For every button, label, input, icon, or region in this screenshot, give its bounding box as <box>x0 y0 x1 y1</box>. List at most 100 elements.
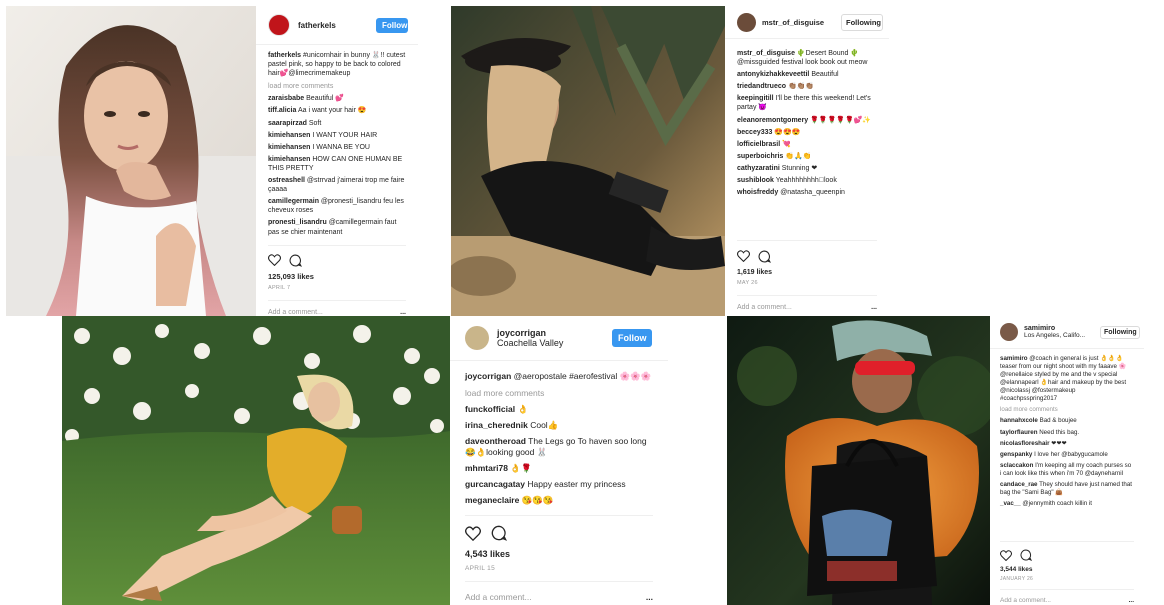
comment-username[interactable]: irina_cherednik <box>465 420 528 430</box>
post-photo[interactable] <box>62 316 450 605</box>
comment-text: Beautiful <box>811 71 839 79</box>
comment-username[interactable]: hannahxcole <box>1000 417 1038 424</box>
comment-text: @natasha_queenpin <box>780 189 845 197</box>
comment-username[interactable]: kimiehansen <box>268 144 310 151</box>
comment-username[interactable]: gurcancagatay <box>465 479 525 489</box>
comment-username[interactable]: lofficielbrasil <box>737 141 780 148</box>
heart-icon[interactable] <box>1000 549 1012 561</box>
comment: genspanky I love her @babygucamole <box>1000 451 1134 459</box>
location[interactable]: Coachella Valley <box>497 338 612 348</box>
likes-count[interactable]: 1,619 likes <box>725 264 889 276</box>
comment-username[interactable]: superboichris <box>737 153 783 160</box>
comment-username[interactable]: pronesti_lisandru <box>268 219 327 226</box>
comment: sclaccakon I'm keeping all my coach purs… <box>1000 462 1134 478</box>
following-button[interactable]: Following <box>1100 325 1140 339</box>
caption-username[interactable]: samimiro <box>1000 355 1028 362</box>
comment-username[interactable]: beccey333 <box>737 129 772 136</box>
load-more-comments-link[interactable]: load more comments <box>268 82 406 91</box>
comment-icon[interactable] <box>289 254 302 267</box>
location[interactable]: Los Angeles, Califo... <box>1024 332 1100 339</box>
comment-username[interactable]: candace_rae <box>1000 481 1038 488</box>
action-bar <box>268 245 406 268</box>
comment-username[interactable]: kimiehansen <box>268 156 310 163</box>
user-info: samimiro Los Angeles, Califo... <box>1024 325 1100 339</box>
follow-button[interactable]: Follow <box>376 17 408 33</box>
comment-username[interactable]: funckofficial <box>465 404 515 414</box>
comment-username[interactable]: genspanky <box>1000 451 1032 458</box>
add-comment-input[interactable]: Add a comment... <box>465 592 532 602</box>
more-options-icon[interactable]: ... <box>871 304 877 311</box>
post-date: MAY 26 <box>737 280 758 286</box>
comments-list: fatherkels #unicornhair in bunny 🐰!! cut… <box>256 45 418 245</box>
comment-text: Stunning ❤ <box>781 164 818 172</box>
post-photo[interactable] <box>727 316 990 605</box>
comment-username[interactable]: saarapirzad <box>268 120 307 127</box>
more-options-icon[interactable]: ... <box>400 309 406 316</box>
comments-list: mstr_of_disguise 🌵Desert Bound 🌵 @missgu… <box>725 39 889 240</box>
comment-username[interactable]: cathyzaratini <box>737 165 780 172</box>
comment-text: Happy easter my princess <box>527 479 626 490</box>
post-samimiro: samimiro Los Angeles, Califo... Followin… <box>727 316 1144 605</box>
comment-username[interactable]: eleanoremontgomery <box>737 117 808 124</box>
comment-username[interactable]: tiff.alicia <box>268 107 296 114</box>
avatar[interactable] <box>268 14 290 36</box>
username[interactable]: joycorrigan <box>497 328 612 338</box>
caption-text: @coach in general is just 👌👌👌 teaser fro… <box>1000 355 1127 403</box>
load-more-comments-link[interactable]: load more comments <box>1000 406 1134 414</box>
caption: fatherkels #unicornhair in bunny 🐰!! cut… <box>268 51 406 78</box>
add-comment-input[interactable]: Add a comment... <box>1000 597 1051 604</box>
comment-username[interactable]: keepingitill <box>737 95 774 102</box>
photo-illustration <box>62 316 450 605</box>
more-options-icon[interactable]: ... <box>1129 597 1134 604</box>
following-button[interactable]: Following <box>841 13 883 31</box>
comment-icon[interactable] <box>1020 549 1032 561</box>
comment-username[interactable]: sushiblook <box>737 177 774 184</box>
comments-panel: fatherkels Follow fatherkels #unicornhai… <box>256 6 418 316</box>
comment-username[interactable]: taylorflauren <box>1000 429 1037 436</box>
heart-icon[interactable] <box>465 525 481 541</box>
add-comment-input[interactable]: Add a comment... <box>268 309 323 316</box>
post-date: JANUARY 26 <box>1000 576 1034 582</box>
comment-username[interactable]: _vac__ <box>1000 500 1021 507</box>
comment-username[interactable]: mhmtari78 <box>465 463 508 473</box>
heart-icon[interactable] <box>737 250 750 262</box>
username[interactable]: fatherkels <box>298 21 376 30</box>
comment-username[interactable]: camillegermain <box>268 198 319 205</box>
comment-text: 💘 <box>782 140 791 148</box>
likes-count[interactable]: 4,543 likes <box>450 542 668 559</box>
comment-username[interactable]: triedandtrueco <box>737 83 786 90</box>
avatar[interactable] <box>465 326 489 350</box>
caption: samimiro @coach in general is just 👌👌👌 t… <box>1000 355 1134 403</box>
add-comment-input[interactable]: Add a comment... <box>737 304 792 311</box>
heart-icon[interactable] <box>268 254 281 266</box>
more-options-icon[interactable]: ... <box>646 592 653 602</box>
comment-username[interactable]: ostreashell <box>268 177 305 184</box>
comment-username[interactable]: daveontheroad <box>465 436 526 446</box>
likes-count[interactable]: 125,093 likes <box>256 268 418 281</box>
caption-username[interactable]: fatherkels <box>268 52 301 59</box>
comment-username[interactable]: kimiehansen <box>268 132 310 139</box>
post-photo[interactable] <box>451 6 725 316</box>
comment-icon[interactable] <box>758 250 771 263</box>
post-photo[interactable] <box>6 6 256 316</box>
comment: _vac__ @jennymith coach killin it <box>1000 500 1134 508</box>
comment-username[interactable]: sclaccakon <box>1000 462 1033 469</box>
username[interactable]: samimiro <box>1024 325 1100 332</box>
load-more-comments-link[interactable]: load more comments <box>465 388 653 399</box>
comment-username[interactable]: meganeclaire <box>465 495 519 505</box>
follow-button[interactable]: Follow <box>612 329 652 347</box>
username[interactable]: mstr_of_disguise <box>762 18 841 27</box>
avatar[interactable] <box>1000 323 1018 341</box>
comment-username[interactable]: zaraisbabe <box>268 95 304 102</box>
post-header: mstr_of_disguise Following <box>725 6 889 39</box>
comment-username[interactable]: nicolasfloreshair <box>1000 440 1050 447</box>
comment-text: 😘😘😘 <box>521 495 554 506</box>
caption-username[interactable]: joycorrigan <box>465 371 511 381</box>
comment-username[interactable]: whoisfreddy <box>737 189 778 196</box>
caption-username[interactable]: mstr_of_disguise <box>737 50 795 57</box>
comment-text: 👏🏽👏🏽👏🏽 <box>787 83 815 91</box>
likes-count[interactable]: 3,544 likes <box>990 562 1144 573</box>
comment-username[interactable]: antonykizhakkeveettil <box>737 71 809 78</box>
avatar[interactable] <box>737 12 756 32</box>
comment-icon[interactable] <box>491 525 507 541</box>
